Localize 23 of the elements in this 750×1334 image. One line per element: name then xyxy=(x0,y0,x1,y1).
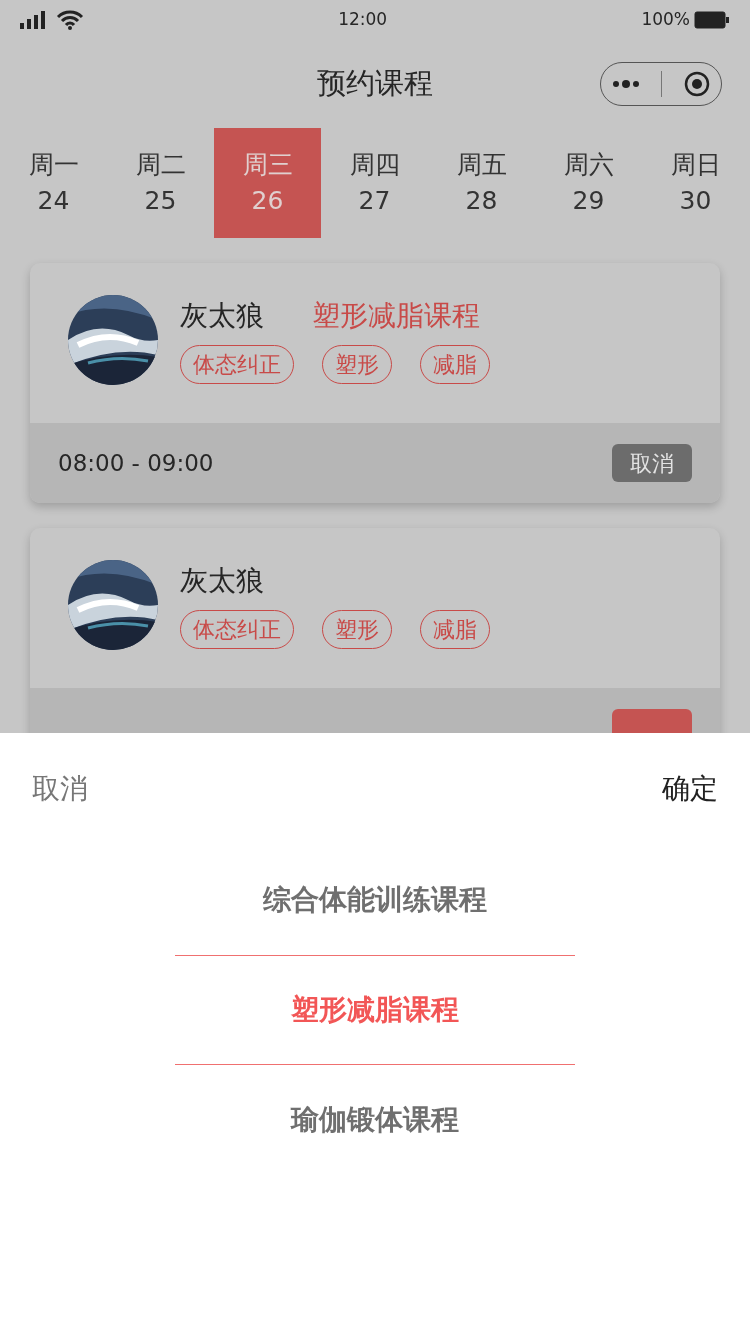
day-tab[interactable]: 周日 30 xyxy=(642,128,749,238)
signal-icon xyxy=(20,11,48,29)
course-name: 塑形减脂课程 xyxy=(312,298,480,334)
coach-name: 灰太狼 xyxy=(180,298,264,334)
day-tab[interactable]: 周四 27 xyxy=(321,128,428,238)
cancel-button[interactable]: 取消 xyxy=(32,768,88,810)
day-tab[interactable]: 周一 24 xyxy=(0,128,107,238)
status-time: 12:00 xyxy=(338,8,388,32)
wifi-icon xyxy=(56,10,84,30)
day-tab[interactable]: 周五 28 xyxy=(428,128,535,238)
picker-option[interactable]: 综合体能训练课程 xyxy=(175,845,575,955)
battery-icon xyxy=(694,11,730,29)
day-tab[interactable]: 周二 25 xyxy=(107,128,214,238)
time-range: 08:00 - 09:00 xyxy=(58,448,214,478)
coach-name: 灰太狼 xyxy=(180,563,264,599)
more-icon[interactable] xyxy=(611,80,640,88)
confirm-button[interactable]: 确定 xyxy=(662,768,718,810)
battery-level: 100% xyxy=(641,8,690,32)
cancel-button[interactable]: 取消 xyxy=(612,444,692,482)
close-target-icon[interactable] xyxy=(684,71,711,97)
day-tab[interactable]: 周六 29 xyxy=(535,128,642,238)
page-title: 预约课程 xyxy=(317,65,433,103)
picker-option[interactable]: 瑜伽锻体课程 xyxy=(175,1065,575,1175)
